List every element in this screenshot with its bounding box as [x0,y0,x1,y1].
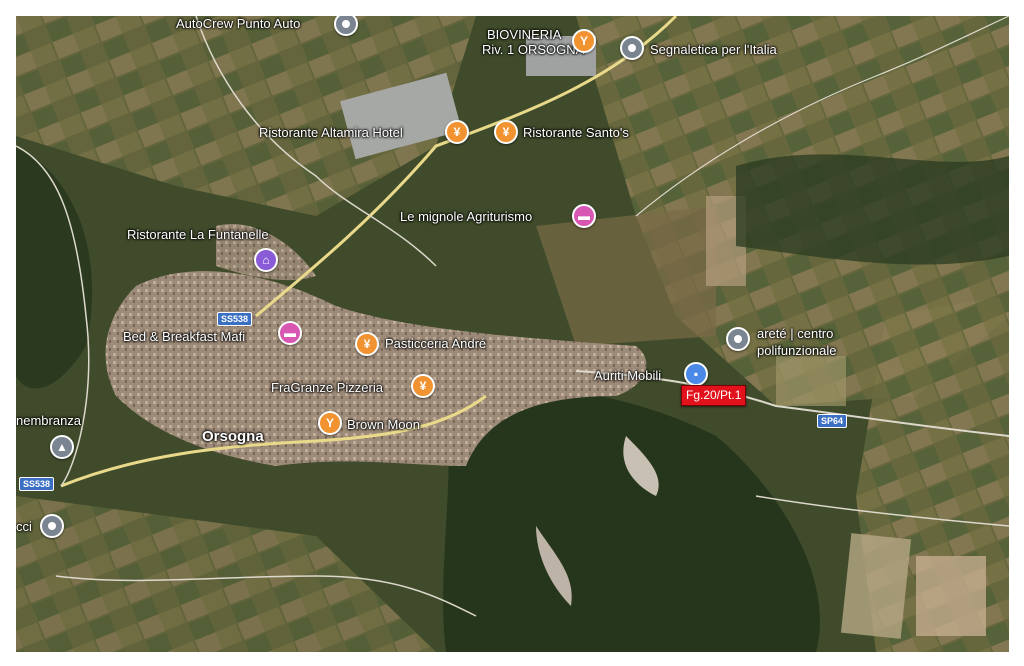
poi-label: Brown Moon [347,417,420,432]
generic-pin-icon [620,36,644,60]
cocktail-icon: Y [318,411,342,435]
poi-label: Ristorante Altamira Hotel [259,125,403,140]
fork-knife-icon: ¥ [411,374,435,398]
poi-label-secondary: Riv. 1 ORSOGNA [482,42,585,57]
poi-label: Auriti Mobili [594,368,662,383]
town-label: Orsogna [202,428,264,445]
cocktail-icon: Y [572,29,596,53]
poi-label: areté | centro [757,326,834,341]
satellite-map[interactable]: SS538 SS538 SP64 AutoCrew Punto Auto BIO… [16,16,1009,652]
parcel-marker-label[interactable]: Fg.20/Pt.1 [681,385,747,406]
poi-label: BIOVINERIA [487,27,562,42]
poi-label: nembranza [16,413,82,428]
shopping-bag-icon: ▪ [684,362,708,386]
poi-label-secondary: polifunzionale [757,343,837,358]
generic-pin-icon [726,327,750,351]
bed-icon: ▬ [278,321,302,345]
poi-label: cci [16,519,32,534]
road-shield-ss538: SS538 [19,477,55,491]
poi-label: Pasticceria André [385,336,487,351]
poi-label: AutoCrew Punto Auto [176,16,301,31]
bed-icon: ▬ [572,204,596,228]
poi-label: FraGranze Pizzeria [271,380,383,395]
generic-pin-icon [40,514,64,538]
monument-icon: ▲ [50,435,74,459]
poi-label: Segnaletica per l'Italia [650,42,777,57]
poi-label: Ristorante Santo's [523,125,629,140]
road-shield-ss538: SS538 [217,312,253,326]
road-shield-sp64: SP64 [817,414,848,428]
building-icon: ⌂ [254,248,278,272]
poi-label: Bed & Breakfast Mafi [123,329,246,344]
fork-knife-icon: ¥ [355,332,379,356]
poi-label: Ristorante La Funtanelle [127,227,269,242]
fork-knife-icon: ¥ [445,120,469,144]
fork-knife-icon: ¥ [494,120,518,144]
poi-label: Le mignole Agriturismo [400,209,533,224]
